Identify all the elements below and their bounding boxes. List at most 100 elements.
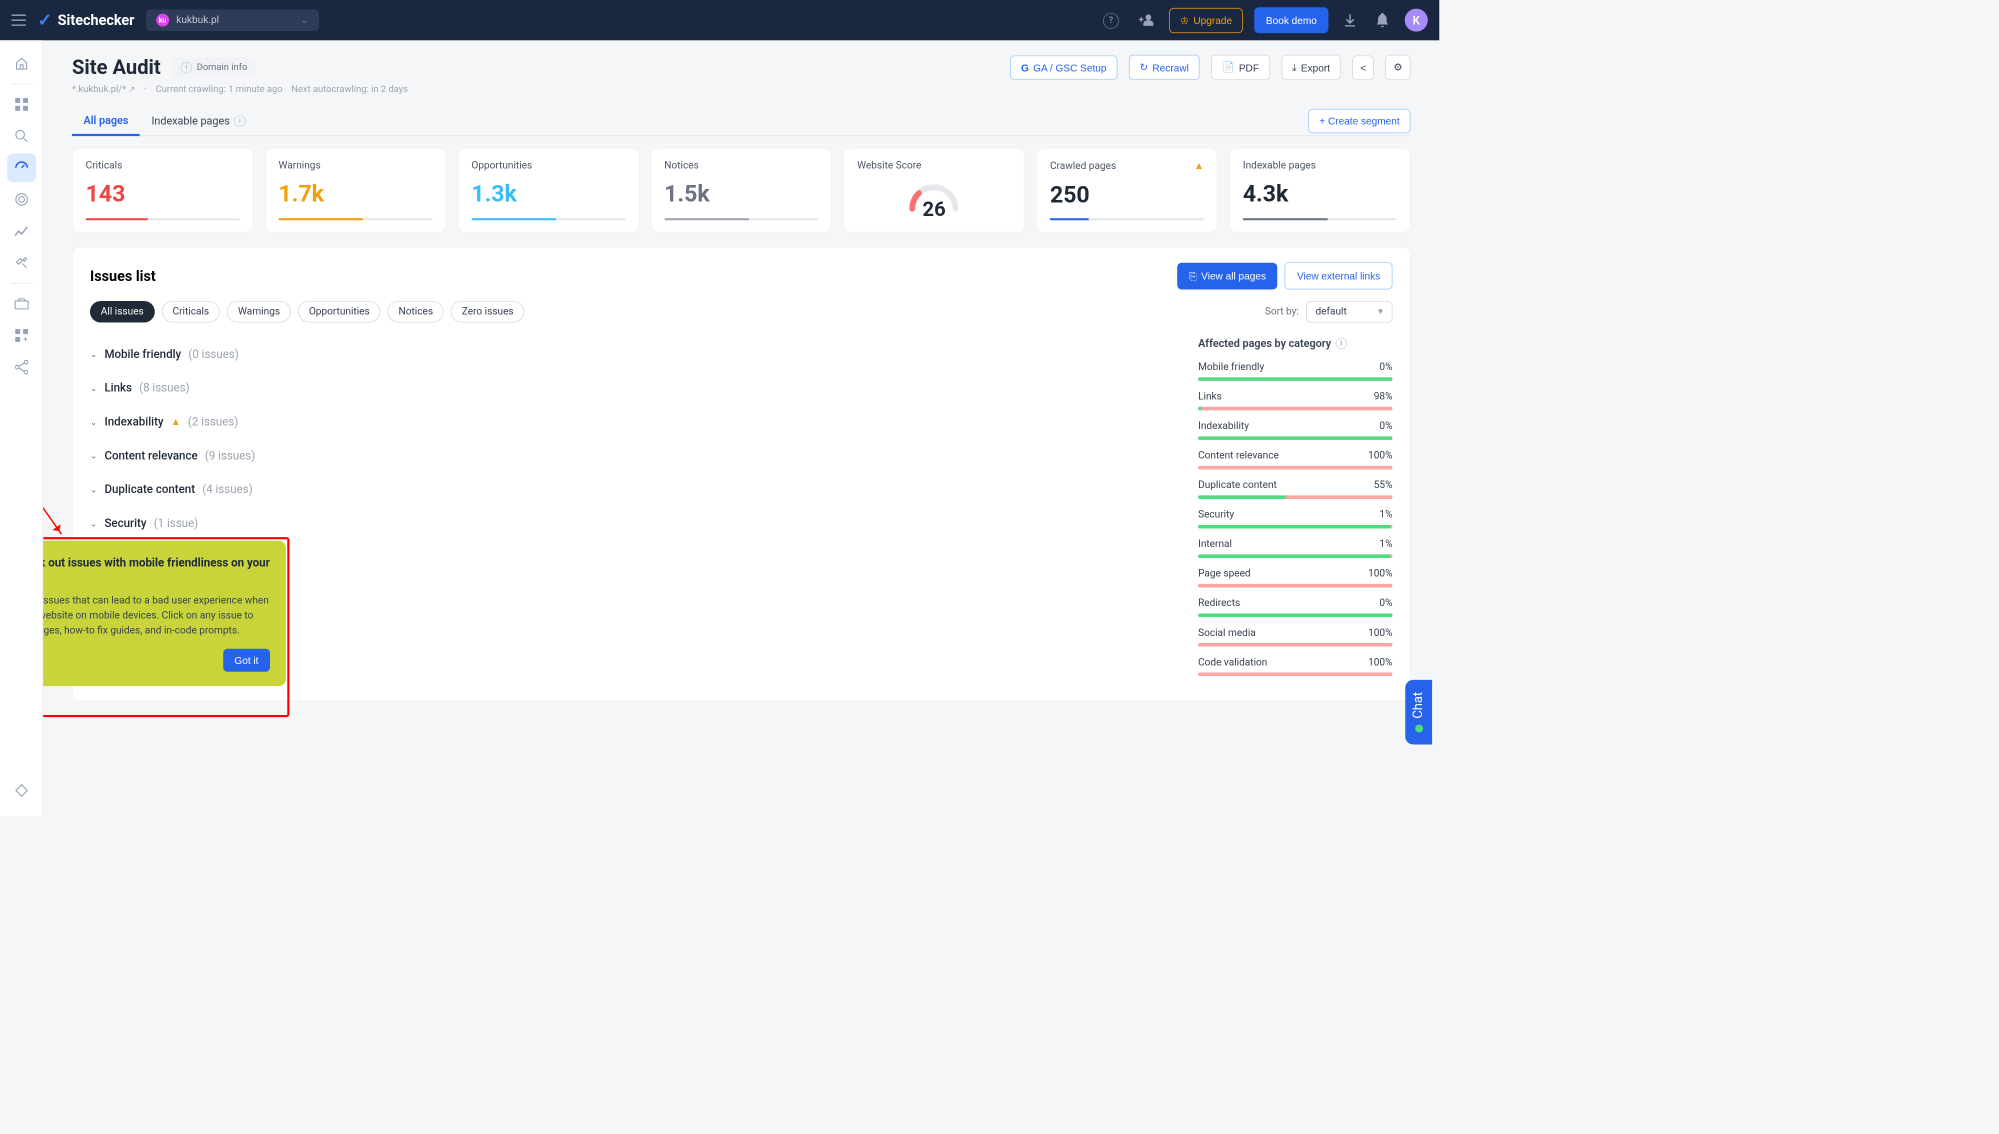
popup-body: Below you see issues that can lead to a … [43,593,270,638]
page-title: Site Audit [72,55,161,79]
affected-row[interactable]: Content relevance100% [1198,450,1392,469]
popup-gotit-button[interactable]: Got it [223,649,270,672]
sidebar-search[interactable] [7,122,36,151]
sidebar-home[interactable] [7,49,36,78]
filter-pill[interactable]: Zero issues [451,301,524,323]
filter-pill[interactable]: Notices [388,301,444,323]
domain-link[interactable]: *.kukbuk.pl/* ↗ [72,84,135,95]
affected-name: Indexability [1198,420,1249,432]
tab-indexable-pages[interactable]: Indexable pagesi [140,107,257,134]
stat-label: Criticals [86,160,240,172]
site-name: kukbuk.pl [176,14,219,26]
affected-name: Mobile friendly [1198,361,1264,373]
download-icon: ⤓ [1292,61,1296,73]
app-header: ✓ Sitechecker ku kukbuk.pl ⌄ ? ♔Upgrade … [0,0,1439,40]
affected-name: Content relevance [1198,450,1279,462]
view-all-pages-button[interactable]: ⎘View all pages [1177,262,1277,289]
filter-pill[interactable]: All issues [90,301,155,323]
create-segment-button[interactable]: + Create segment [1308,109,1410,133]
sidebar-target[interactable] [7,185,36,214]
tab-all-pages[interactable]: All pages [72,107,140,137]
crown-icon: ♔ [1180,14,1189,26]
share-button[interactable]: < [1352,55,1374,79]
site-selector[interactable]: ku kukbuk.pl ⌄ [146,9,319,31]
category-name: Content relevance [104,449,197,463]
sidebar-tools[interactable] [7,248,36,277]
recrawl-button[interactable]: ↻Recrawl [1129,55,1200,80]
stat-card[interactable]: Opportunities 1.3k [458,148,639,233]
info-icon: i [1335,338,1347,350]
affected-row[interactable]: Duplicate content55% [1198,480,1392,499]
filter-pill[interactable]: Opportunities [298,301,380,323]
affected-name: Page speed [1198,568,1251,580]
info-icon: i [181,62,193,74]
stat-card[interactable]: Notices 1.5k [651,148,832,233]
stat-label: Crawled pages ▲ [1050,160,1204,172]
sort-select[interactable]: default▾ [1306,301,1392,323]
issue-category-row[interactable]: ⌄ Security (1 issue) [90,506,1169,540]
issue-category-row[interactable]: ⌄ Indexability▲ (2 issues) [90,405,1169,439]
stat-card[interactable]: Indexable pages 4.3k [1229,148,1410,233]
stat-value: 1.5k [664,180,818,207]
sidebar-briefcase[interactable] [7,289,36,318]
chevron-down-icon: ▾ [1378,306,1383,318]
refresh-icon: ↻ [1140,61,1148,73]
ga-gsc-button[interactable]: GGA / GSC Setup [1010,55,1117,79]
gear-icon: ⚙ [1394,61,1403,73]
affected-row[interactable]: Code validation100% [1198,657,1392,676]
category-count: (9 issues) [205,449,255,463]
stat-label: Website Score [857,160,1011,172]
affected-row[interactable]: Page speed100% [1198,568,1392,587]
chevron-down-icon: ⌄ [90,484,97,494]
issue-category-row[interactable]: ⌄ Links (8 issues) [90,371,1169,405]
issue-category-row[interactable]: ⌄ Duplicate content (4 issues) [90,472,1169,506]
affected-row[interactable]: Security1% [1198,509,1392,528]
settings-button[interactable]: ⚙ [1386,55,1411,80]
affected-name: Code validation [1198,657,1267,669]
stat-card[interactable]: Warnings 1.7k [265,148,446,233]
affected-pct: 0% [1379,598,1392,610]
affected-row[interactable]: Internal1% [1198,539,1392,558]
sidebar-diamond[interactable] [7,776,36,805]
sidebar-audit[interactable] [7,153,36,182]
warning-icon: ▲ [1194,160,1204,172]
bell-icon[interactable] [1372,9,1394,32]
menu-icon[interactable] [12,14,26,26]
chevron-down-icon: ⌄ [90,349,97,359]
view-external-links-button[interactable]: View external links [1285,262,1393,289]
affected-pct: 0% [1379,361,1392,373]
filter-pill[interactable]: Warnings [227,301,291,323]
add-user-icon[interactable] [1135,9,1158,31]
affected-name: Redirects [1198,598,1240,610]
stat-label: Notices [664,160,818,172]
affected-row[interactable]: Social media100% [1198,627,1392,646]
logo-text: Sitechecker [58,12,135,29]
user-avatar[interactable]: K [1405,9,1428,32]
sidebar-integrations[interactable] [7,321,36,350]
site-badge: ku [156,14,169,27]
upgrade-button[interactable]: ♔Upgrade [1169,8,1243,33]
chat-button[interactable]: Chat [1405,680,1432,745]
sidebar-dashboard[interactable] [7,90,36,119]
chevron-down-icon: ⌄ [90,383,97,393]
affected-row[interactable]: Redirects 0% [1198,598,1392,617]
issue-category-row[interactable]: ⌄ Mobile friendly (0 issues) [90,337,1169,371]
stat-card[interactable]: Criticals 143 [72,148,253,233]
domain-info-button[interactable]: iDomain info [172,57,256,77]
stat-card[interactable]: Website Score 26 [843,148,1024,233]
stat-card[interactable]: Crawled pages ▲ 250 [1036,148,1217,233]
sidebar-share[interactable] [7,353,36,382]
help-icon[interactable]: ? [1099,7,1123,33]
logo[interactable]: ✓ Sitechecker [37,10,134,30]
affected-row[interactable]: Mobile friendly 0% [1198,361,1392,380]
pdf-button[interactable]: 📄PDF [1211,55,1270,80]
sidebar-trends[interactable] [7,217,36,246]
download-icon[interactable] [1340,9,1360,31]
issue-category-row[interactable]: ⌄ Content relevance (9 issues) [90,438,1169,472]
book-demo-button[interactable]: Book demo [1254,7,1328,33]
filter-pill[interactable]: Criticals [162,301,220,323]
affected-row[interactable]: Links98% [1198,391,1392,410]
export-button[interactable]: ⤓Export [1281,55,1341,80]
affected-row[interactable]: Indexability0% [1198,420,1392,439]
popup-title: Check out issues with mobile friendlines… [43,555,270,586]
